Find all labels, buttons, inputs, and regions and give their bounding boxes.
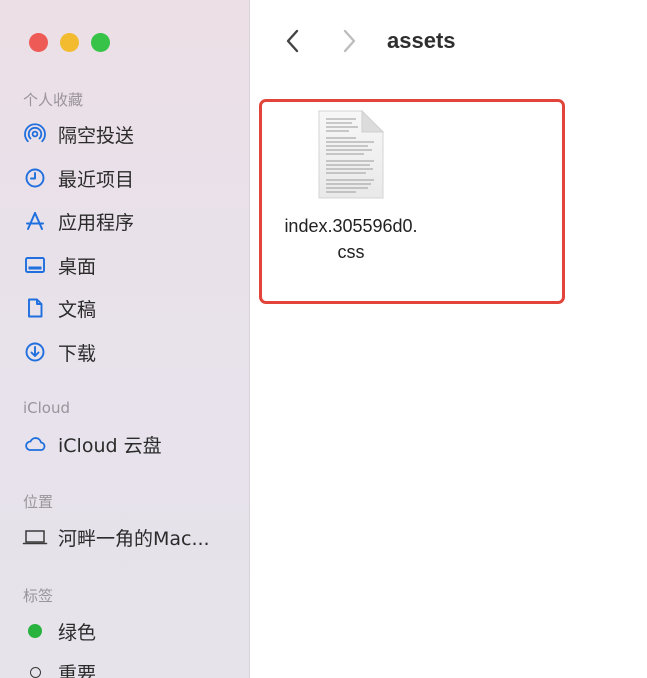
applications-icon [22,208,48,234]
airdrop-icon [22,121,48,147]
sidebar-item-label: 隔空投送 [58,124,135,147]
sidebar-item-applications[interactable]: 应用程序 [22,206,242,236]
close-button[interactable] [29,33,48,52]
desktop-icon [22,252,48,278]
finder-window: 个人收藏 隔空投送 最近项目 应用程序 桌面 文稿 下载 iCloud iClo… [0,0,647,678]
tag-ring-icon [22,659,48,678]
file-item[interactable]: index.305596d0. css [266,106,436,276]
file-name-line2: css [337,242,365,262]
sidebar-item-documents[interactable]: 文稿 [22,293,242,323]
sidebar-item-airdrop[interactable]: 隔空投送 [22,119,242,149]
back-button[interactable] [276,26,310,60]
section-title-icloud: iCloud [23,399,71,417]
chevron-left-icon [284,28,302,58]
sidebar-item-tag-important[interactable]: 重要 [22,657,242,678]
sidebar-item-label: 桌面 [58,255,97,278]
zoom-button[interactable] [91,33,110,52]
sidebar-item-label: iCloud 云盘 [58,434,162,457]
green-tag-icon [22,618,48,644]
sidebar: 个人收藏 隔空投送 最近项目 应用程序 桌面 文稿 下载 iCloud iClo… [0,0,250,678]
sidebar-item-label: 文稿 [58,298,97,321]
sidebar-item-tag-green[interactable]: 绿色 [22,616,242,646]
section-title-tags: 标签 [23,587,54,605]
cloud-icon [22,431,48,457]
sidebar-item-desktop[interactable]: 桌面 [22,250,242,280]
css-file-icon [316,109,386,201]
sidebar-item-label: 河畔一角的Mac... [58,527,210,550]
sidebar-item-downloads[interactable]: 下载 [22,337,242,367]
sidebar-item-label: 最近项目 [58,168,135,191]
sidebar-item-label: 应用程序 [58,211,135,234]
section-title-favorites: 个人收藏 [23,91,84,109]
sidebar-item-label: 下载 [58,342,97,365]
minimize-button[interactable] [60,33,79,52]
chevron-right-icon [340,28,358,58]
download-icon [22,339,48,365]
sidebar-item-mac[interactable]: 河畔一角的Mac... [22,522,242,552]
sidebar-item-label: 重要 [58,662,97,678]
document-icon [22,295,48,321]
sidebar-item-label: 绿色 [58,621,97,644]
clock-icon [22,165,48,191]
forward-button[interactable] [332,26,366,60]
window-title: assets [387,28,456,53]
section-title-locations: 位置 [23,493,54,511]
file-name-line1: index.305596d0. [284,216,418,236]
file-name: index.305596d0. css [266,213,436,265]
sidebar-item-icloud-drive[interactable]: iCloud 云盘 [22,429,242,459]
sidebar-item-recents[interactable]: 最近项目 [22,163,242,193]
laptop-icon [22,524,48,550]
